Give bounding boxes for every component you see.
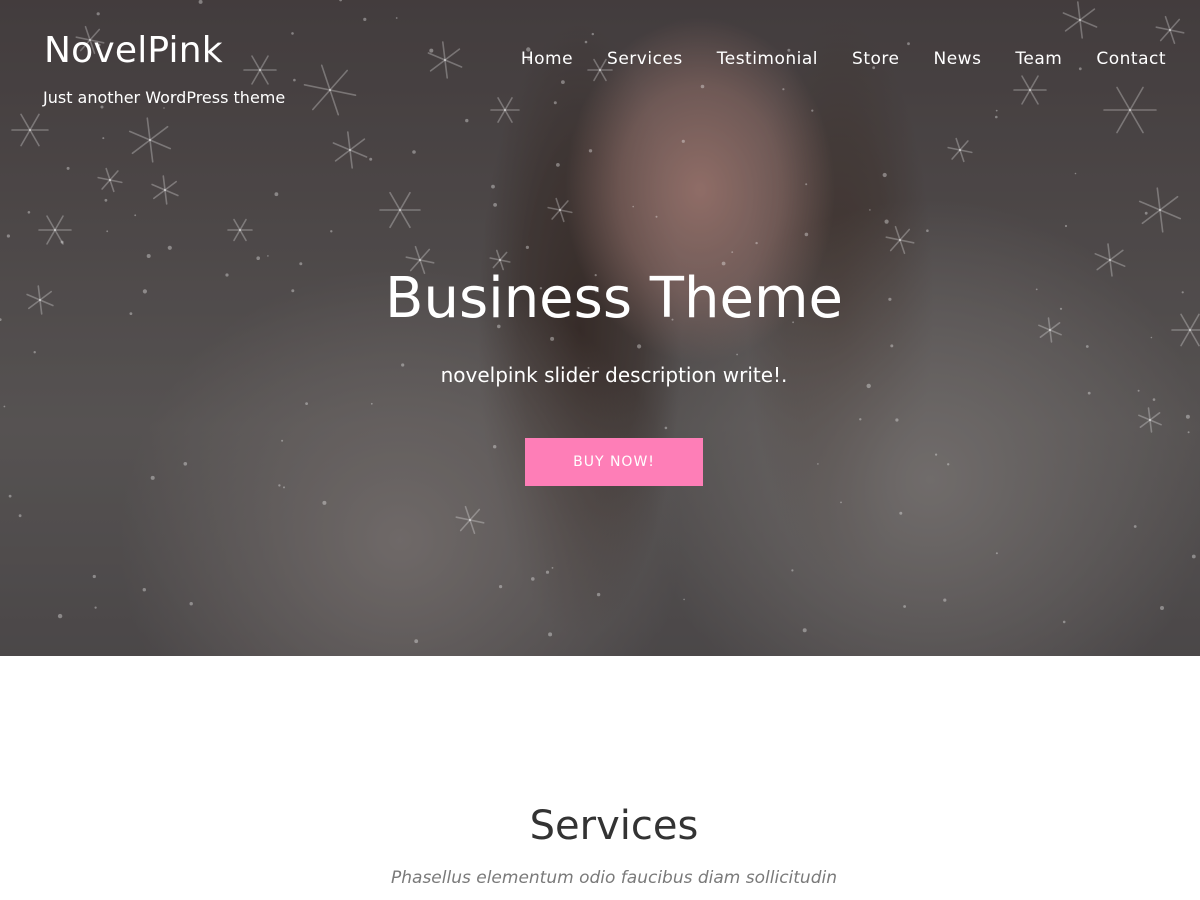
services-title: Services [529, 803, 699, 849]
hero-title: Business Theme [385, 266, 843, 331]
nav-item-contact[interactable]: Contact [1062, 48, 1166, 70]
site-title[interactable]: NovelPink [44, 30, 223, 71]
site-tagline: Just another WordPress theme [43, 88, 286, 107]
hero-description: novelpink slider description write!. [440, 363, 788, 387]
services-section: Services Phasellus elementum odio faucib… [0, 656, 1200, 900]
buy-now-button[interactable]: BUY NOW! [525, 438, 703, 486]
nav-item-team[interactable]: Team [981, 48, 1062, 70]
nav-item-services[interactable]: Services [573, 48, 683, 70]
nav-item-store[interactable]: Store [818, 48, 899, 70]
hero-slider: NovelPink Just another WordPress theme H… [0, 0, 1200, 656]
nav-item-news[interactable]: News [899, 48, 981, 70]
nav-item-home[interactable]: Home [487, 48, 573, 70]
nav-item-testimonial[interactable]: Testimonial [683, 48, 818, 70]
main-navigation: Home Services Testimonial Store News Tea… [487, 48, 1166, 70]
services-subtitle: Phasellus elementum odio faucibus diam s… [391, 868, 837, 888]
